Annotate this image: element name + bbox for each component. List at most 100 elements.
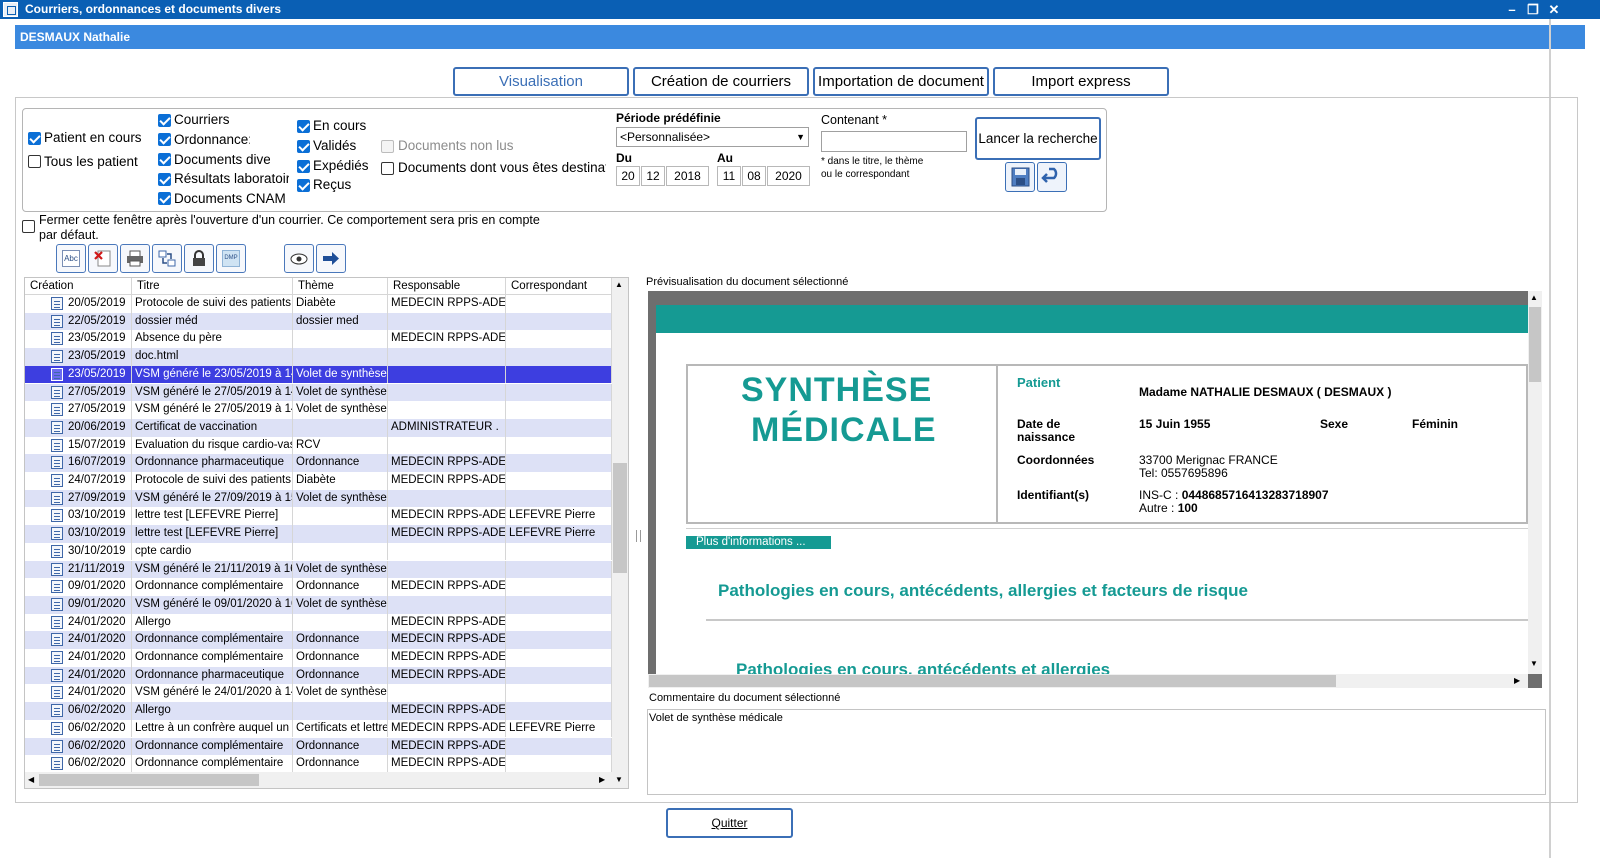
dob-value: 15 Juin 1955 <box>1139 417 1211 431</box>
lock-button[interactable] <box>184 244 214 273</box>
table-cell <box>506 755 612 773</box>
view-button[interactable] <box>284 244 314 273</box>
fermer-fenetre-checkbox[interactable] <box>22 220 35 233</box>
table-row[interactable]: 03/10/2019 lettre test [LEFEVRE Pierre] ME… <box>25 525 612 543</box>
table-row[interactable]: 15/07/2019 Evaluation du risque cardio-va… <box>25 436 612 455</box>
resultats-laboratoire-checkbox[interactable] <box>158 173 171 186</box>
scroll-up-icon[interactable]: ▲ <box>615 280 623 289</box>
du-year-field[interactable]: 2018 <box>666 166 709 186</box>
patient-en-cours-checkbox[interactable] <box>28 132 41 145</box>
table-row[interactable]: 24/01/2020 Ordonnance complémentaire Ordon… <box>25 649 612 667</box>
documents-divers-checkbox[interactable] <box>158 153 171 166</box>
table-cell: Ordonnance <box>293 755 388 773</box>
table-row[interactable]: 06/02/2020 Ordonnance complémentaire Ordon… <box>25 737 612 756</box>
restore-icon[interactable]: ❐ <box>1524 1 1542 18</box>
quitter-button[interactable]: Quitter <box>666 808 793 838</box>
transfer-button[interactable] <box>152 244 182 273</box>
table-row[interactable]: 24/01/2020 Allergo MEDECIN RPPS-ADE... <box>25 613 612 632</box>
column-header-creation[interactable]: Création <box>25 278 132 295</box>
du-month-field[interactable]: 12 <box>641 166 665 186</box>
column-header-titre[interactable]: Titre <box>132 278 293 295</box>
table-row[interactable]: 16/07/2019 Ordonnance pharmaceutique Ordon… <box>25 454 612 472</box>
preview-hscroll-thumb[interactable] <box>649 675 1336 687</box>
column-header-responsable[interactable]: Responsable <box>388 278 506 295</box>
table-row[interactable]: 21/11/2019 VSM généré le 21/11/2019 à 16.… <box>25 560 612 579</box>
en-cours-checkbox[interactable] <box>297 120 310 133</box>
table-row[interactable]: 30/10/2019 cpte cardio <box>25 542 612 561</box>
tab-import-express[interactable]: Import express <box>993 67 1169 96</box>
periode-select[interactable]: <Personnalisée> ▼ <box>616 127 809 147</box>
chevron-down-icon: ▼ <box>796 132 805 142</box>
table-row[interactable]: 23/05/2019 Absence du père MEDECIN RPPS-AD… <box>25 330 612 349</box>
table-row[interactable]: 22/05/2019 dossier méd dossier med <box>25 312 612 331</box>
au-year-field[interactable]: 2020 <box>767 166 810 186</box>
table-row[interactable]: 23/05/2019 VSM généré le 23/05/2019 à 14.… <box>25 365 612 384</box>
recus-checkbox[interactable] <box>297 179 310 192</box>
table-cell: MEDECIN RPPS-ADELI <box>388 472 506 490</box>
spellcheck-button[interactable]: Abc <box>56 244 86 273</box>
table-row[interactable]: 06/02/2020 Allergo MEDECIN RPPS-ADE... <box>25 702 612 720</box>
column-header-theme[interactable]: Thème <box>293 278 388 295</box>
au-day-field[interactable]: 11 <box>717 166 741 186</box>
table-row[interactable]: 24/01/2020 Ordonnance pharmaceutique Ordon… <box>25 666 612 685</box>
tous-les-patients-checkbox[interactable] <box>28 155 41 168</box>
preview-scroll-thumb[interactable] <box>1529 307 1541 382</box>
table-row[interactable]: 24/01/2020 VSM généré le 24/01/2020 à 14.… <box>25 684 612 703</box>
column-header-correspondant[interactable]: Correspondant <box>506 278 612 295</box>
undo-button[interactable] <box>1037 162 1067 192</box>
more-info-link[interactable]: Plus d'informations ... <box>686 536 831 549</box>
preview-scroll-up-icon[interactable]: ▲ <box>1530 293 1538 302</box>
save-search-button[interactable] <box>1005 162 1035 192</box>
table-row[interactable]: 03/10/2019 lettre test [LEFEVRE Pierre] ME… <box>25 507 612 526</box>
scroll-down-icon[interactable]: ▼ <box>615 775 623 784</box>
tab-importation-document[interactable]: Importation de document <box>813 67 989 96</box>
preview-vertical-scrollbar[interactable]: ▲ ▼ <box>1528 291 1542 674</box>
print-button[interactable] <box>120 244 150 273</box>
table-row[interactable]: 24/07/2019 Protocole de suivi des patient… <box>25 472 612 490</box>
tab-creation-courriers[interactable]: Création de courriers <box>633 67 809 96</box>
documents-non-lus-checkbox[interactable] <box>381 140 394 153</box>
table-scroll-thumb[interactable] <box>613 463 627 573</box>
table-cell: Absence du père <box>132 330 293 349</box>
table-cell: Ordonnance <box>293 666 388 685</box>
table-row[interactable]: 20/06/2019 Certificat de vaccination ADMIN… <box>25 418 612 437</box>
table-vertical-scrollbar[interactable]: ▲ ▼ <box>612 278 628 788</box>
tab-visualisation[interactable]: Visualisation <box>453 67 629 96</box>
transfer-icon <box>158 250 176 267</box>
du-day-field[interactable]: 20 <box>616 166 640 186</box>
table-row[interactable]: 24/01/2020 Ordonnance complémentaire Ordon… <box>25 631 612 649</box>
dmp-button[interactable]: DMP <box>216 244 246 273</box>
expedies-checkbox[interactable] <box>297 160 310 173</box>
scroll-right-icon[interactable]: ▶ <box>599 775 605 784</box>
table-row[interactable]: 23/05/2019 doc.html <box>25 348 612 366</box>
ordonnances-checkbox[interactable] <box>158 133 171 146</box>
minimize-icon[interactable]: – <box>1503 1 1521 18</box>
table-row[interactable]: 06/02/2020 Lettre à un confrère auquel un… <box>25 719 612 738</box>
contenant-input[interactable] <box>821 131 967 152</box>
table-row[interactable]: 06/02/2020 Ordonnance complémentaire Ordon… <box>25 755 612 773</box>
patient-value: Madame NATHALIE DESMAUX ( DESMAUX ) <box>1139 385 1392 399</box>
table-row[interactable]: 09/01/2020 Ordonnance complémentaire Ordon… <box>25 578 612 596</box>
documents-cnam-checkbox[interactable] <box>158 192 171 205</box>
valides-checkbox[interactable] <box>297 140 310 153</box>
documents-destinataire-checkbox[interactable] <box>381 162 394 175</box>
table-row[interactable]: 27/05/2019 VSM généré le 27/05/2019 à 14.… <box>25 383 612 402</box>
preview-scroll-down-icon[interactable]: ▼ <box>1530 659 1538 668</box>
next-button[interactable] <box>316 244 346 273</box>
preview-horizontal-scrollbar[interactable]: ▶ <box>648 674 1528 688</box>
scroll-left-icon[interactable]: ◀ <box>28 775 34 784</box>
table-row[interactable]: 20/05/2019 Protocole de suivi des patient… <box>25 295 612 313</box>
comment-box[interactable]: Volet de synthèse médicale <box>647 709 1546 795</box>
delete-button[interactable] <box>88 244 118 273</box>
splitter-handle[interactable] <box>636 530 641 542</box>
table-horizontal-scrollbar[interactable]: ◀ ▶ <box>25 772 612 788</box>
table-row[interactable]: 27/09/2019 VSM généré le 27/09/2019 à 15.… <box>25 489 612 508</box>
lancer-recherche-button[interactable]: Lancer la recherche <box>975 117 1101 160</box>
close-icon[interactable]: ✕ <box>1545 1 1563 18</box>
table-row[interactable]: 09/01/2020 VSM généré le 09/01/2020 à 16.… <box>25 595 612 614</box>
table-hscroll-thumb[interactable] <box>39 774 259 786</box>
preview-scroll-right-icon[interactable]: ▶ <box>1514 676 1520 685</box>
table-row[interactable]: 27/05/2019 VSM généré le 27/05/2019 à 14.… <box>25 401 612 419</box>
courriers-checkbox[interactable] <box>158 114 171 127</box>
au-month-field[interactable]: 08 <box>742 166 766 186</box>
